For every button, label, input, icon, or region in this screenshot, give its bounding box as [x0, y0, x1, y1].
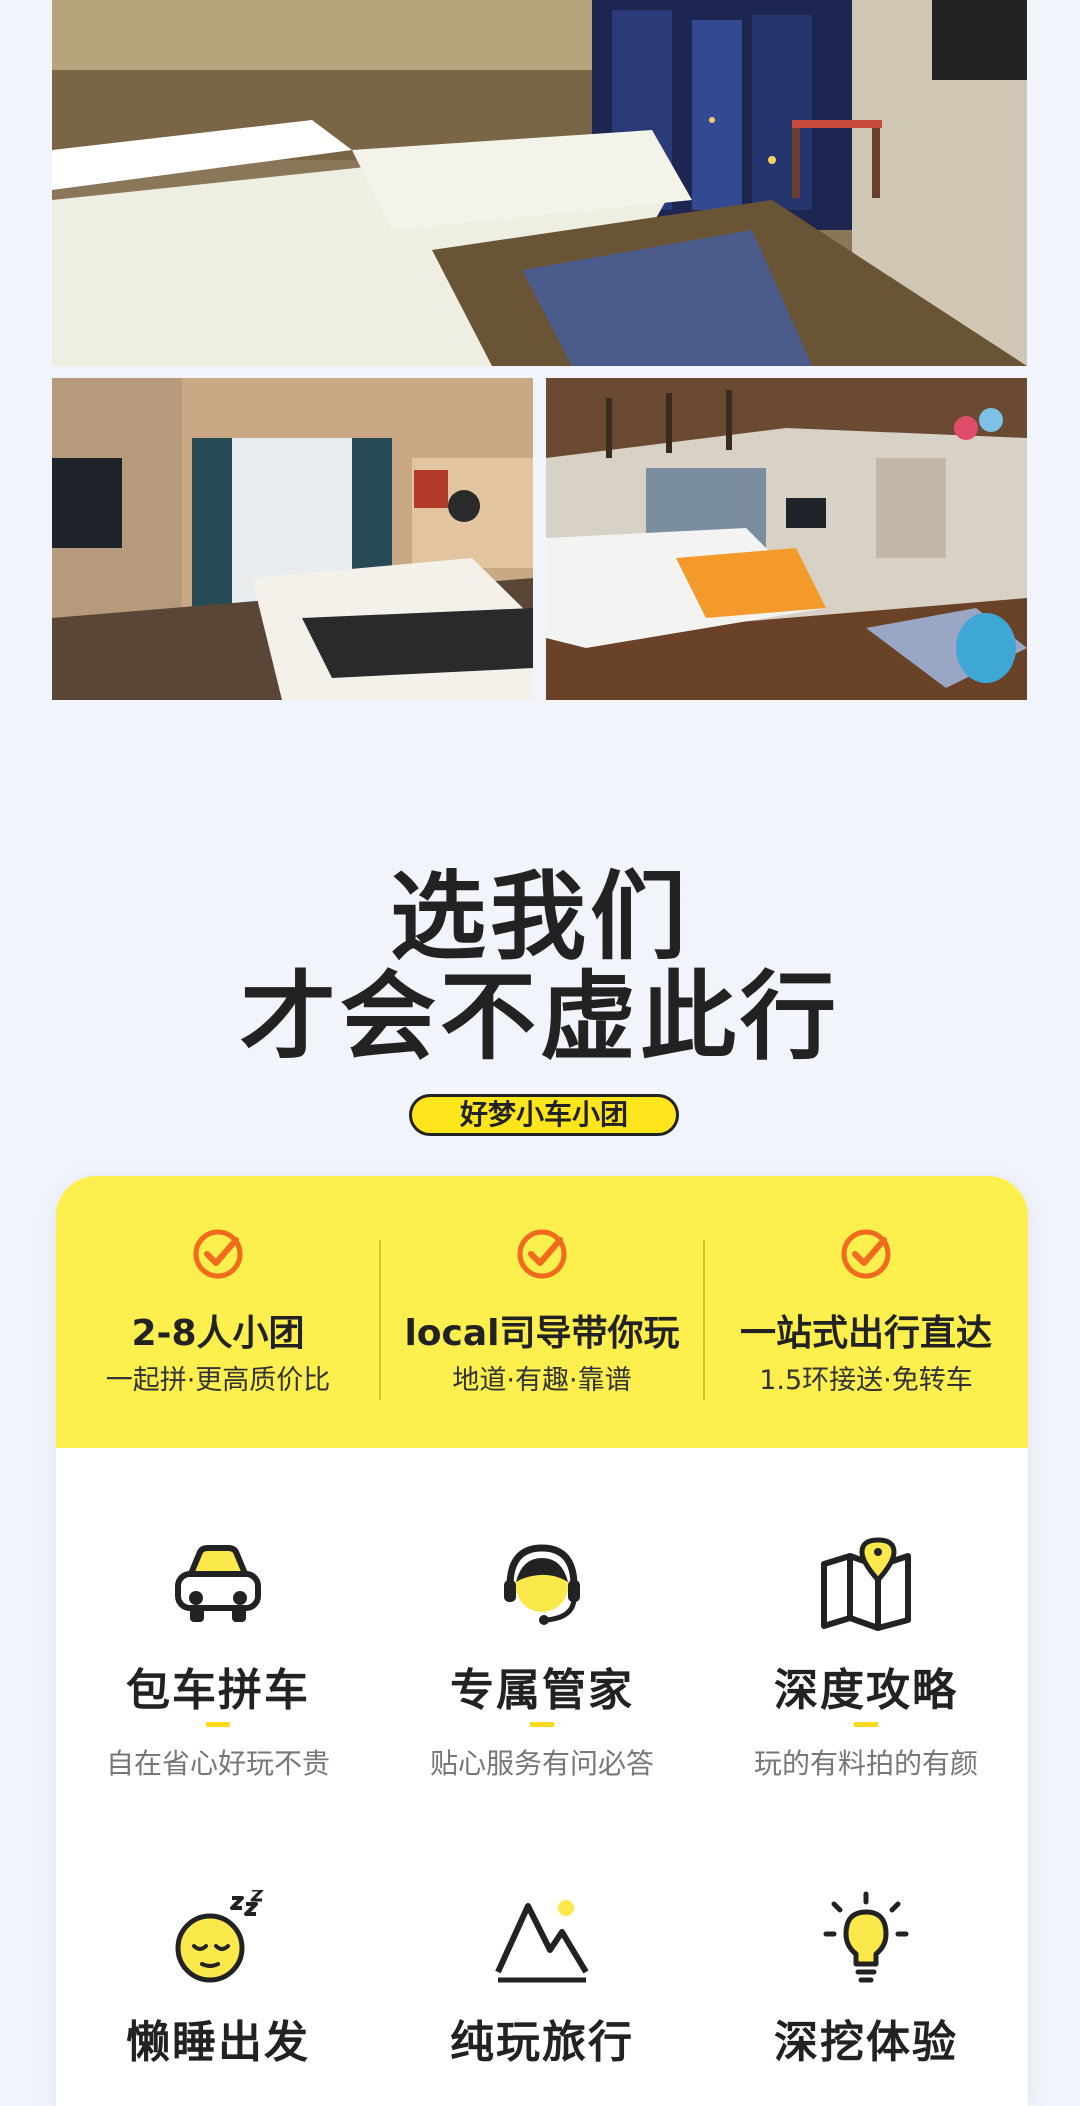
check-circle-icon: [841, 1229, 891, 1279]
service-title: 深度攻略: [774, 1665, 958, 1716]
sleeping-face-icon: [175, 1890, 264, 1983]
check-circle-icon: [193, 1229, 243, 1279]
feature-subtitle: 一起拼·更高质价比: [105, 1365, 331, 1396]
service-description: 贴心服务有问必答: [429, 1747, 654, 1780]
feature-subtitle: 地道·有趣·靠谱: [452, 1365, 632, 1396]
features-banner: 2-8人小团 一起拼·更高质价比 local司导带你玩 地道·有趣·靠谱 一站式…: [56, 1176, 1028, 1448]
map-pin-icon: [821, 1537, 911, 1631]
service-title: 纯玩旅行: [450, 2017, 634, 2068]
headset-agent-icon: [504, 1544, 580, 1625]
feature-one-stop: 一站式出行直达 1.5环接送·免转车: [704, 1176, 1028, 1448]
accent-bar: [206, 1722, 230, 1727]
service-title: 懒睡出发: [126, 2017, 310, 2068]
feature-subtitle: 1.5环接送·免转车: [759, 1365, 973, 1396]
accent-bar: [530, 1722, 554, 1727]
feature-title: 一站式出行直达: [739, 1313, 992, 1354]
feature-local-guide: local司导带你玩 地道·有趣·靠谱: [380, 1176, 704, 1448]
feature-title: local司导带你玩: [404, 1313, 680, 1354]
service-title: 深挖体验: [774, 2017, 958, 2068]
headline-line-2: 才会不虚此行: [240, 961, 840, 1073]
service-title: 专属管家: [450, 1665, 634, 1716]
check-circle-icon: [517, 1229, 567, 1279]
lightbulb-icon: [823, 1891, 909, 1983]
hotel-room-photo-family: [546, 378, 1027, 700]
feature-small-group: 2-8人小团 一起拼·更高质价比: [56, 1176, 380, 1448]
service-title: 包车拼车: [126, 1665, 310, 1716]
service-description: 玩的有料拍的有颜: [753, 1747, 978, 1780]
headline-line-1: 选我们: [390, 861, 690, 973]
hotel-room-photo-twin: [52, 378, 533, 700]
brand-badge: 好梦小车小团: [409, 1094, 679, 1136]
accent-bar: [854, 1722, 878, 1727]
features-card: 2-8人小团 一起拼·更高质价比 local司导带你玩 地道·有趣·靠谱 一站式…: [56, 1176, 1028, 2106]
hotel-room-photo-main: [52, 0, 1027, 366]
feature-title: 2-8人小团: [131, 1313, 305, 1354]
service-description: 自在省心好玩不贵: [105, 1747, 330, 1780]
car-icon: [175, 1545, 261, 1622]
mountain-icon: [495, 1900, 589, 1983]
